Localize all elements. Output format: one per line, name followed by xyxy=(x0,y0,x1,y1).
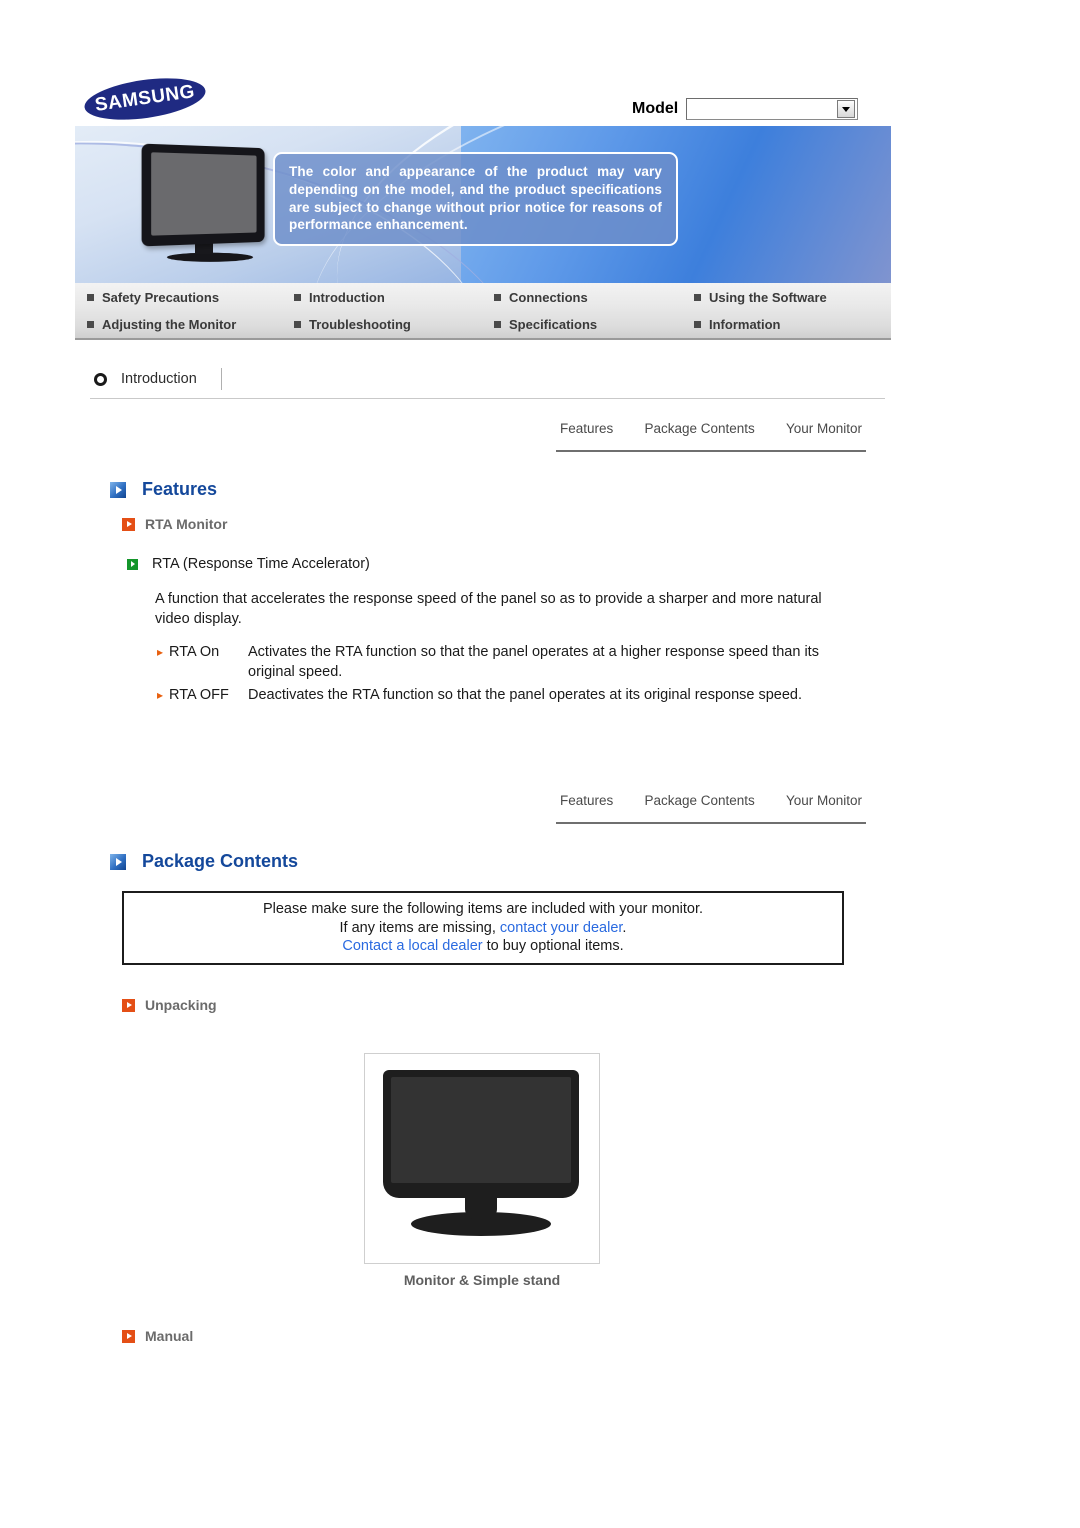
main-navigation: Safety Precautions Introduction Connecti… xyxy=(75,283,891,340)
nav-item-introduction[interactable]: Introduction xyxy=(282,290,482,305)
product-image-frame xyxy=(364,1053,600,1264)
package-contents-heading-row: Package Contents xyxy=(110,851,298,872)
small-right-arrow-icon: ▸ xyxy=(157,688,164,703)
nav-item-label: Introduction xyxy=(309,289,385,305)
contact-your-dealer-link[interactable]: contact your dealer xyxy=(500,920,623,936)
notice-line-3-post: to buy optional items. xyxy=(482,938,624,955)
nav-item-safety-precautions[interactable]: Safety Precautions xyxy=(75,290,282,305)
nav-item-label: Connections xyxy=(509,289,588,305)
rta-definition-list: ▸ RTA On Activates the RTA function so t… xyxy=(157,643,857,710)
nav-item-label: Using the Software xyxy=(709,289,827,305)
nav-item-label: Troubleshooting xyxy=(309,317,411,332)
nav-item-label: Information xyxy=(709,317,781,332)
tab-package-contents[interactable]: Package Contents xyxy=(644,420,754,436)
nav-item-label: Adjusting the Monitor xyxy=(102,317,237,332)
monitor-screen xyxy=(391,1077,571,1183)
orange-play-arrow-icon xyxy=(122,998,135,1012)
nav-item-adjusting-the-monitor[interactable]: Adjusting the Monitor xyxy=(75,317,282,332)
samsung-logo: SAMSUNG xyxy=(81,71,209,127)
unpacking-subheading-row: Unpacking xyxy=(122,997,217,1013)
green-play-arrow-icon xyxy=(127,558,138,570)
small-right-arrow-icon: ▸ xyxy=(157,645,164,659)
nav-item-specifications[interactable]: Specifications xyxy=(482,317,682,332)
orange-play-arrow-icon xyxy=(122,517,135,531)
page-title-features: Features xyxy=(142,479,218,499)
hero-monitor-screen xyxy=(151,152,257,236)
blue-play-arrow-icon xyxy=(110,481,126,498)
nav-item-label: Safety Precautions xyxy=(102,289,220,305)
circle-outline-icon xyxy=(94,372,107,386)
definition-description: Deactivates the RTA function so that the… xyxy=(248,687,803,704)
logo-wordmark: SAMSUNG xyxy=(93,81,197,116)
square-bullet-icon xyxy=(694,321,701,328)
subtabs-features: Features Package Contents Your Monitor xyxy=(556,420,866,452)
list-item: ▸ RTA On Activates the RTA function so t… xyxy=(157,643,857,682)
tab-your-monitor[interactable]: Your Monitor xyxy=(786,420,862,436)
model-select[interactable] xyxy=(686,98,859,120)
contact-local-dealer-link[interactable]: Contact a local dealer xyxy=(342,938,482,954)
breadcrumb-divider xyxy=(220,368,222,390)
breadcrumb-label: Introduction xyxy=(121,371,197,387)
square-bullet-icon xyxy=(694,293,701,301)
subtabs-package-contents: Features Package Contents Your Monitor xyxy=(556,792,866,824)
monitor-body xyxy=(383,1070,579,1198)
subheading-rta-monitor: RTA Monitor xyxy=(145,516,228,532)
tab-features[interactable]: Features xyxy=(560,420,613,436)
notice-line-2-post: . xyxy=(622,919,627,936)
definition-term: RTA OFF xyxy=(169,687,229,704)
orange-play-arrow-icon xyxy=(122,1329,135,1343)
hero-monitor-illustration xyxy=(141,143,273,268)
notice-line-3: Contact a local dealer to buy optional i… xyxy=(342,937,623,956)
breadcrumb: Introduction xyxy=(90,364,885,399)
package-notice-box: Please make sure the following items are… xyxy=(122,891,844,965)
model-selector-row: Model xyxy=(632,98,859,120)
square-bullet-icon xyxy=(294,321,301,328)
tab-package-contents[interactable]: Package Contents xyxy=(644,792,754,808)
hero-banner: The color and appearance of the product … xyxy=(75,126,891,283)
tab-features[interactable]: Features xyxy=(560,792,613,808)
nav-item-information[interactable]: Information xyxy=(682,317,891,332)
chevron-down-icon[interactable] xyxy=(837,100,856,118)
definition-term: RTA On xyxy=(169,644,220,660)
hero-monitor-body xyxy=(141,143,265,247)
square-bullet-icon xyxy=(494,321,501,328)
square-bullet-icon xyxy=(87,321,94,328)
nav-item-troubleshooting[interactable]: Troubleshooting xyxy=(282,317,482,332)
monitor-illustration xyxy=(383,1070,583,1250)
hero-notice-text: The color and appearance of the product … xyxy=(273,152,678,247)
nav-item-connections[interactable]: Connections xyxy=(482,290,682,305)
subheading-manual: Manual xyxy=(145,1328,194,1344)
square-bullet-icon xyxy=(87,293,94,301)
definition-description: Activates the RTA function so that the p… xyxy=(248,644,819,680)
hero-monitor-base xyxy=(164,252,256,262)
page-title-package-contents: Package Contents xyxy=(142,851,299,871)
manual-subheading-row: Manual xyxy=(122,1328,193,1344)
rta-monitor-subheading-row: RTA Monitor xyxy=(122,516,227,532)
manual-page: SAMSUNG Model The color and appearance o… xyxy=(0,0,1080,1528)
model-label: Model xyxy=(632,100,679,117)
features-paragraph: A function that accelerates the response… xyxy=(155,591,822,627)
blue-play-arrow-icon xyxy=(110,853,126,870)
nav-item-using-the-software[interactable]: Using the Software xyxy=(682,290,891,305)
notice-line-1: Please make sure the following items are… xyxy=(262,900,704,917)
square-bullet-icon xyxy=(294,293,301,301)
rta-item-row: RTA (Response Time Accelerator) xyxy=(127,556,370,572)
subheading-unpacking: Unpacking xyxy=(145,997,217,1013)
rta-item-title: RTA (Response Time Accelerator) xyxy=(152,556,370,572)
square-bullet-icon xyxy=(494,293,501,301)
list-item: ▸ RTA OFF Deactivates the RTA function s… xyxy=(157,686,857,706)
tab-your-monitor[interactable]: Your Monitor xyxy=(786,792,862,808)
notice-line-2: If any items are missing, contact your d… xyxy=(340,919,627,938)
product-image-caption: Monitor & Simple stand xyxy=(403,1272,561,1288)
notice-line-2-pre: If any items are missing, xyxy=(339,919,500,936)
features-heading-row: Features xyxy=(110,479,217,500)
nav-item-label: Specifications xyxy=(509,317,598,332)
